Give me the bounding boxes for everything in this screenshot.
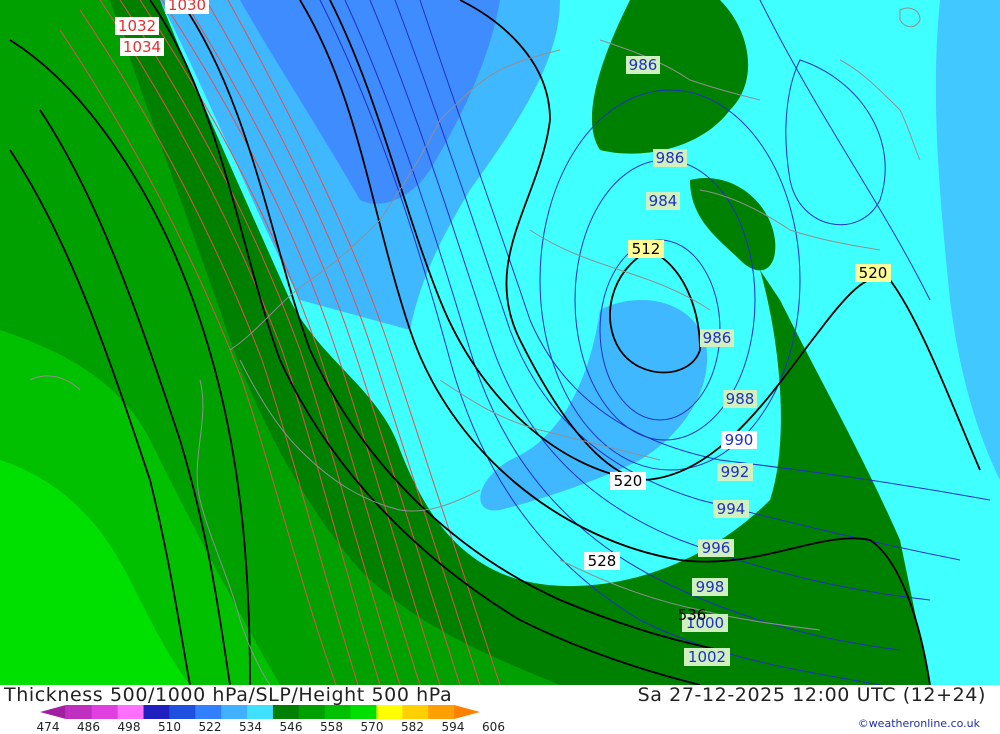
- legend-tick-label: 606: [482, 720, 505, 734]
- thickness-map: 1030 1032 1034 986 986 984 986 988 990 9…: [0, 0, 1000, 685]
- legend-swatch: [402, 705, 429, 719]
- legend-swatch: [298, 705, 326, 719]
- isobar-label-996: 996: [702, 539, 731, 557]
- isobar-label-988: 988: [726, 390, 755, 408]
- legend-swatch: [376, 705, 403, 719]
- legend-swatch: [454, 705, 480, 719]
- isobar-label-986-low: 986: [703, 329, 732, 347]
- legend-swatch: [65, 705, 93, 719]
- isobar-label-1002: 1002: [688, 648, 726, 666]
- legend-tick-label: 570: [360, 720, 384, 734]
- legend-swatch: [195, 705, 222, 719]
- isobar-label-984: 984: [649, 192, 678, 210]
- isobar-label-1032: 1032: [118, 17, 156, 35]
- height-label-536: 536: [678, 606, 707, 624]
- height-label-520-south: 520: [614, 472, 643, 490]
- height-label-512: 512: [632, 240, 661, 258]
- legend-tick-label: 510: [158, 720, 181, 734]
- map-title: Thickness 500/1000 hPa/SLP/Height 500 hP…: [4, 684, 453, 706]
- legend-swatch: [272, 705, 300, 719]
- legend-tick-label: 558: [320, 720, 343, 734]
- isobar-label-994: 994: [717, 500, 746, 518]
- legend-swatch: [91, 705, 119, 719]
- isobar-label-1034: 1034: [123, 38, 161, 56]
- legend-tick-label: 522: [198, 720, 222, 734]
- height-label-528: 528: [588, 552, 617, 570]
- legend-swatch: [117, 705, 145, 719]
- legend-swatch: [247, 705, 274, 719]
- legend-tick-labels: 474 486 498 510 522 534 546 558 570 582 594 606: [30, 720, 505, 734]
- isobar-label-998: 998: [696, 578, 725, 596]
- color-legend: [40, 705, 480, 719]
- legend-swatch: [143, 705, 170, 719]
- legend-swatch: [221, 705, 248, 719]
- legend-tick-label: 498: [117, 720, 141, 734]
- legend-tick-label: 534: [239, 720, 262, 734]
- credit-link[interactable]: ©weatheronline.co.uk: [858, 717, 980, 730]
- legend-swatch: [40, 705, 66, 719]
- isobar-label-986-north: 986: [629, 56, 658, 74]
- legend-tick-label: 594: [441, 720, 465, 734]
- legend-swatch: [428, 705, 455, 719]
- legend-swatch: [350, 705, 377, 719]
- isobar-label-990: 990: [725, 431, 754, 449]
- isobar-label-986-mid: 986: [656, 149, 685, 167]
- isobar-label-1030: 1030: [168, 0, 206, 14]
- legend-tick-label: 546: [279, 720, 303, 734]
- legend-tick-label: 474: [36, 720, 60, 734]
- legend-tick-label: 486: [77, 720, 100, 734]
- isobar-label-992: 992: [721, 463, 750, 481]
- height-label-520-east: 520: [859, 264, 888, 282]
- legend-tick-label: 582: [401, 720, 424, 734]
- legend-swatch: [324, 705, 352, 719]
- legend-swatch: [169, 705, 196, 719]
- forecast-datetime: Sa 27-12-2025 12:00 UTC (12+24): [637, 684, 986, 706]
